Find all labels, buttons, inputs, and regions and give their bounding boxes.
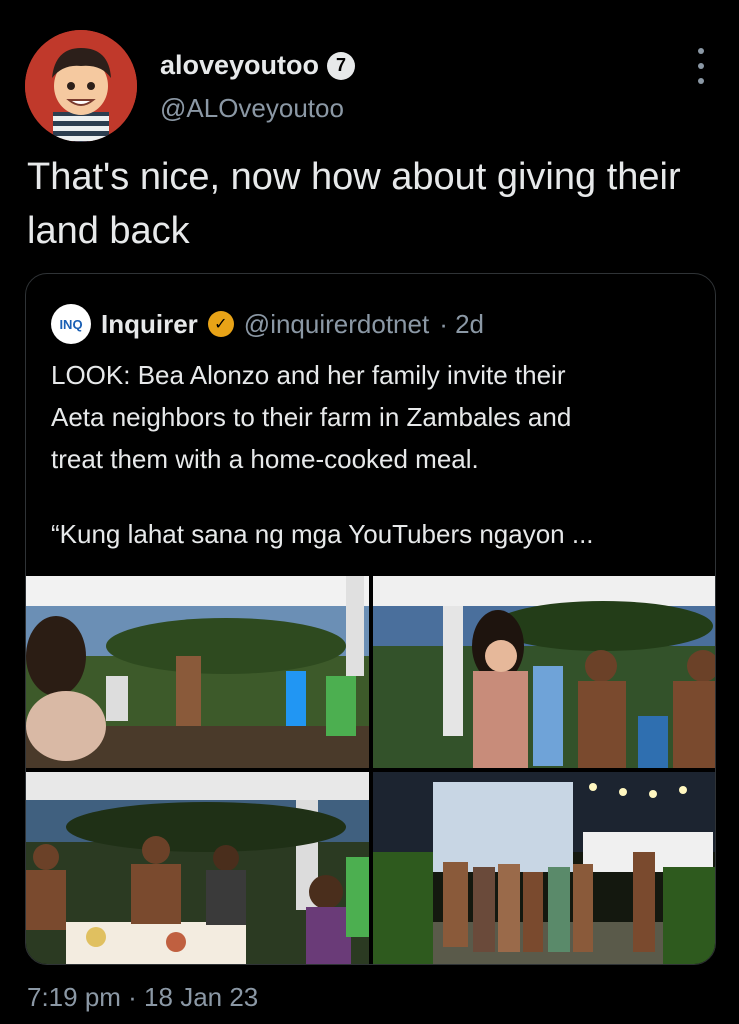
cartoon-avatar-icon [25, 30, 137, 142]
quoted-tweet-age: · 2d [439, 308, 484, 339]
avatar[interactable] [25, 30, 137, 142]
author-handle[interactable]: @ALOveyoutoo [160, 93, 344, 124]
inquirer-logo-icon: INQ [51, 304, 91, 344]
author-display-name[interactable]: aloveyoutoo [160, 50, 319, 81]
photo-3[interactable] [26, 772, 369, 964]
quoted-tweet-quote-line: “Kung lahat sana ng mga YouTubers ngayon… [51, 519, 594, 549]
author-display-name-row: aloveyoutoo 7 [160, 50, 356, 81]
tweet-text: That's nice, now how about giving their … [27, 156, 681, 252]
quoted-author-handle[interactable]: @inquirerdotnet [244, 309, 429, 340]
quoted-tweet-text: LOOK: Bea Alonzo and her family invite t… [51, 360, 572, 474]
badge-icon: 7 [327, 51, 356, 80]
photo-1[interactable] [26, 576, 369, 768]
photo-grid [26, 576, 715, 964]
quoted-author-name[interactable]: Inquirer [101, 309, 198, 340]
quoted-tweet-card[interactable]: INQ Inquirer ✓ @inquirerdotnet · 2d LOOK… [25, 273, 716, 965]
quoted-tweet-header: INQ Inquirer ✓ @inquirerdotnet · 2d [51, 304, 484, 344]
photo-2[interactable] [373, 576, 715, 768]
verified-icon: ✓ [207, 311, 234, 337]
photo-4[interactable] [373, 772, 715, 964]
tweet-timestamp[interactable]: 7:19 pm · 18 Jan 23 [27, 982, 258, 1013]
more-options-icon[interactable] [690, 48, 712, 84]
